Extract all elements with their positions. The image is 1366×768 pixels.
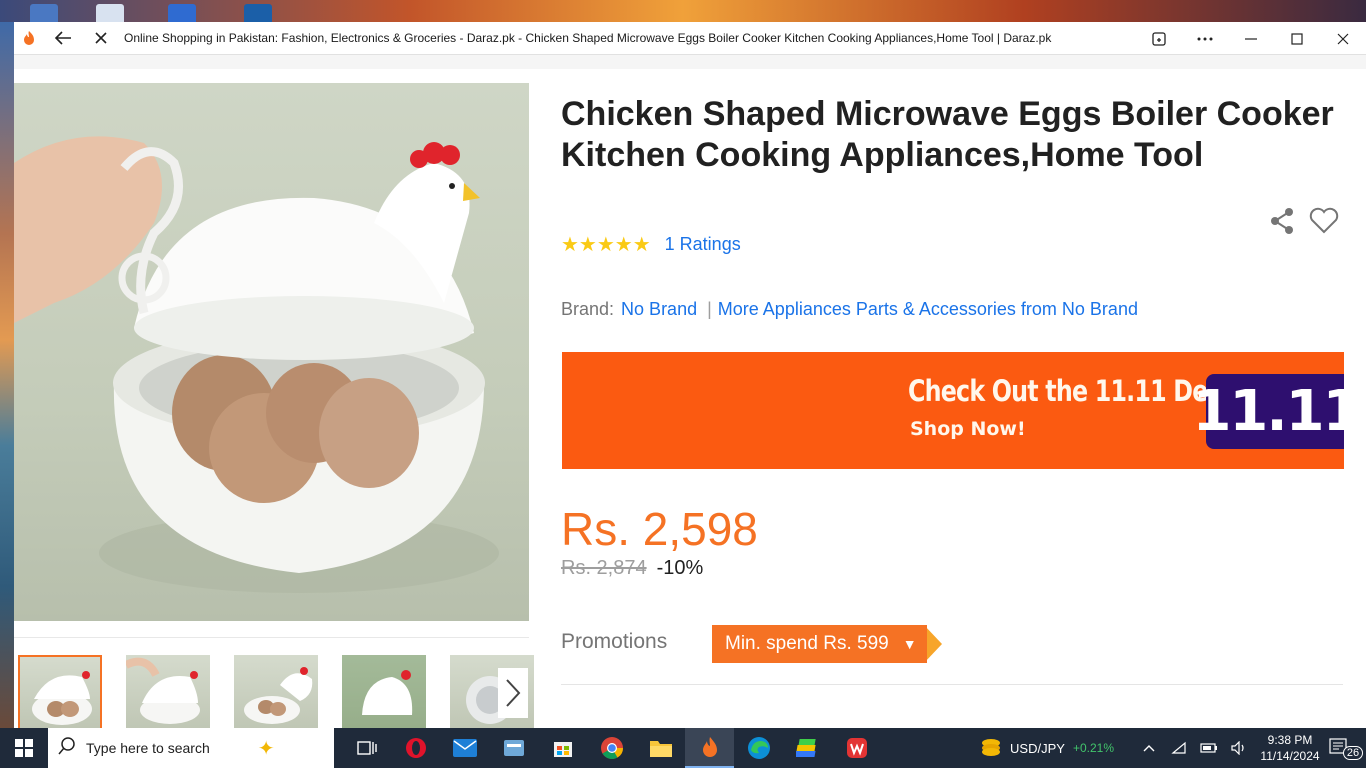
maximize-button[interactable] bbox=[1274, 22, 1320, 55]
main-product-image[interactable] bbox=[14, 83, 529, 621]
clock-time: 9:38 PM bbox=[1267, 733, 1313, 747]
desktop-wallpaper bbox=[0, 0, 1366, 22]
wishlist-heart-icon[interactable] bbox=[1308, 205, 1340, 237]
section-divider bbox=[561, 684, 1343, 685]
promotion-chip[interactable]: Min. spend Rs. 599 ▼ bbox=[712, 625, 927, 663]
bluestacks-icon[interactable] bbox=[783, 728, 832, 768]
desktop-shortcut-icon[interactable] bbox=[244, 4, 272, 22]
more-options-icon[interactable] bbox=[1182, 22, 1228, 55]
opera-browser-icon[interactable] bbox=[391, 728, 440, 768]
taskbar-clock[interactable]: 9:38 PM 11/14/2024 bbox=[1254, 732, 1326, 764]
windows-start-icon[interactable] bbox=[0, 728, 48, 768]
daraz-favicon-icon bbox=[14, 22, 44, 55]
back-button[interactable] bbox=[44, 22, 82, 55]
edge-browser-icon[interactable] bbox=[734, 728, 783, 768]
deals-banner[interactable]: Check Out the 11.11 Deals Shop Now! 11.1… bbox=[562, 352, 1344, 469]
taskbar-apps bbox=[342, 728, 881, 768]
taskbar-search-box[interactable]: Type here to search ✦ bbox=[48, 728, 334, 768]
ticker-change: +0.21% bbox=[1072, 741, 1114, 755]
banner-shop-now[interactable]: Shop Now! bbox=[910, 418, 1026, 440]
notification-center-icon[interactable]: 26 bbox=[1326, 728, 1366, 768]
current-price: Rs. 2,598 bbox=[561, 503, 758, 555]
daraz-app-icon[interactable] bbox=[685, 728, 734, 768]
ratings-count-link[interactable]: 1 Ratings bbox=[665, 234, 741, 255]
microsoft-store-icon[interactable] bbox=[538, 728, 587, 768]
file-explorer-icon[interactable] bbox=[636, 728, 685, 768]
windows-taskbar: Type here to search ✦ USD/JPY +0.21% 9:3… bbox=[0, 728, 1366, 768]
mail-icon[interactable] bbox=[440, 728, 489, 768]
promotion-dropdown[interactable]: Min. spend Rs. 599 ▼ bbox=[712, 625, 942, 663]
thumbnails-next-button[interactable] bbox=[498, 668, 528, 718]
thumbnail-strip bbox=[14, 653, 534, 730]
brand-separator: | bbox=[707, 298, 712, 319]
caret-down-icon: ▼ bbox=[902, 636, 917, 652]
browser-window: Online Shopping in Pakistan: Fashion, El… bbox=[14, 22, 1366, 730]
ticker-symbol: USD/JPY bbox=[1010, 740, 1065, 756]
thumbnail-image[interactable] bbox=[126, 655, 210, 730]
banner-1111-badge: 11.11 bbox=[1192, 374, 1344, 449]
close-window-button[interactable] bbox=[1320, 22, 1366, 55]
gallery-divider bbox=[14, 637, 529, 638]
task-view-icon[interactable] bbox=[342, 728, 391, 768]
sparkle-icon: ✦ bbox=[257, 737, 275, 760]
app-install-icon[interactable] bbox=[1136, 22, 1182, 55]
browser-titlebar: Online Shopping in Pakistan: Fashion, El… bbox=[14, 22, 1366, 55]
clock-date: 11/14/2024 bbox=[1260, 749, 1320, 763]
brand-row: Brand: No Brand | More Appliances Parts … bbox=[561, 297, 1138, 321]
page-title-bar: Online Shopping in Pakistan: Fashion, El… bbox=[124, 31, 1052, 45]
product-page: Chicken Shaped Microwave Eggs Boiler Coo… bbox=[14, 55, 1366, 730]
search-placeholder: Type here to search bbox=[86, 740, 210, 756]
thumbnail-image[interactable] bbox=[234, 655, 318, 730]
share-icon[interactable] bbox=[1266, 205, 1298, 237]
discount-percent: -10% bbox=[656, 557, 704, 579]
star-rating-icon: ★★★★★ bbox=[561, 233, 651, 256]
battery-icon[interactable] bbox=[1194, 728, 1224, 768]
more-from-brand-link[interactable]: More Appliances Parts & Accessories from… bbox=[718, 299, 1138, 320]
desktop-shortcut-icon[interactable] bbox=[96, 4, 124, 22]
old-price-row: Rs. 2,874 -10% bbox=[561, 557, 703, 580]
volume-icon[interactable] bbox=[1224, 728, 1254, 768]
system-tray: USD/JPY +0.21% 9:38 PM 11/14/2024 26 bbox=[980, 728, 1366, 768]
currency-ticker[interactable]: USD/JPY +0.21% bbox=[980, 737, 1114, 760]
desktop-shortcut-icon[interactable] bbox=[168, 4, 196, 22]
minimize-button[interactable] bbox=[1228, 22, 1274, 55]
promotions-label: Promotions bbox=[561, 630, 668, 653]
thumbnail-image[interactable] bbox=[342, 655, 426, 730]
stop-loading-button[interactable] bbox=[82, 22, 120, 55]
promotion-chip-label: Min. spend Rs. 599 bbox=[725, 633, 889, 654]
desktop-shortcut-icon[interactable] bbox=[30, 4, 58, 22]
window-controls bbox=[1136, 22, 1366, 55]
chevron-up-icon[interactable] bbox=[1134, 728, 1164, 768]
wifi-icon[interactable] bbox=[1164, 728, 1194, 768]
desktop-wallpaper-edge bbox=[0, 22, 14, 728]
wps-office-icon[interactable] bbox=[832, 728, 881, 768]
search-icon bbox=[58, 736, 76, 760]
rating-row: ★★★★★ 1 Ratings bbox=[561, 232, 741, 256]
brand-link[interactable]: No Brand bbox=[621, 299, 697, 320]
scanner-app-icon[interactable] bbox=[489, 728, 538, 768]
thumbnail-image[interactable] bbox=[18, 655, 102, 730]
chrome-icon[interactable] bbox=[587, 728, 636, 768]
notification-count: 26 bbox=[1342, 746, 1364, 760]
product-info-panel: Chicken Shaped Microwave Eggs Boiler Coo… bbox=[561, 55, 1351, 728]
coins-icon bbox=[980, 737, 1002, 760]
brand-label: Brand: bbox=[561, 298, 615, 319]
product-title: Chicken Shaped Microwave Eggs Boiler Coo… bbox=[561, 95, 1334, 174]
original-price: Rs. 2,874 bbox=[561, 557, 647, 579]
